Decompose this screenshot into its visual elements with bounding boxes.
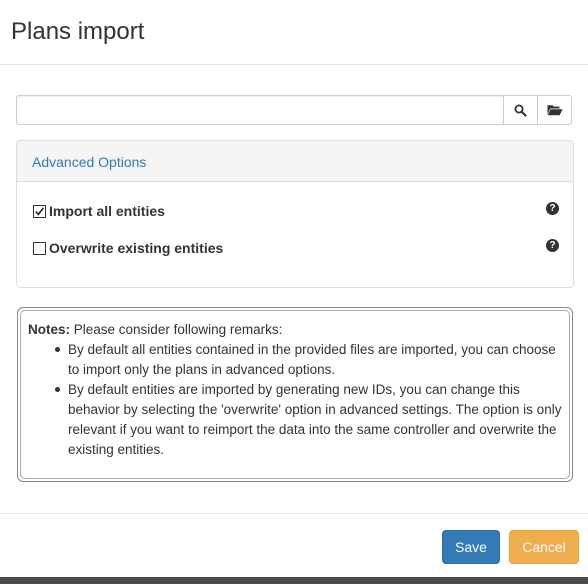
import-all-checkbox[interactable] [33,205,46,218]
option-import-all: Import all entities ? [33,202,559,222]
notes-item: By default all entities contained in the… [55,340,562,380]
backdrop-edge [0,577,588,584]
notes-intro: Please consider following remarks: [70,322,283,337]
import-all-label: Import all entities [49,203,165,219]
advanced-options-link[interactable]: Advanced Options [32,154,146,170]
dialog-header: Plans import [0,0,588,65]
file-picker [16,95,572,125]
file-path-input[interactable] [16,95,504,125]
overwrite-checkbox[interactable] [33,242,46,255]
search-icon [514,104,527,117]
option-overwrite: Overwrite existing entities ? [33,239,559,259]
dialog-title: Plans import [11,18,145,45]
folder-open-icon [547,105,563,116]
notes-title: Notes: [28,322,71,337]
cancel-button[interactable]: Cancel [509,530,579,564]
question-circle-icon[interactable]: ? [546,202,559,215]
search-button[interactable] [504,95,538,125]
advanced-options-heading[interactable]: Advanced Options [17,141,573,182]
advanced-options-panel: Advanced Options Import all entities ? O… [16,140,574,288]
notes-header: Notes: Please consider following remarks… [28,320,562,340]
plans-import-dialog: Plans import Advanced Options Import all… [0,0,588,578]
overwrite-label: Overwrite existing entities [49,240,224,256]
question-circle-icon[interactable]: ? [546,239,559,252]
dialog-footer: Save Cancel [0,513,588,578]
checkmark-icon [35,207,45,216]
notes-list: By default all entities contained in the… [28,340,562,460]
notes-item: By default entities are imported by gene… [55,380,562,460]
notes-box: Notes: Please consider following remarks… [17,307,573,482]
browse-folder-button[interactable] [538,95,572,125]
notes-content: Notes: Please consider following remarks… [28,320,562,460]
save-button[interactable]: Save [442,530,500,564]
